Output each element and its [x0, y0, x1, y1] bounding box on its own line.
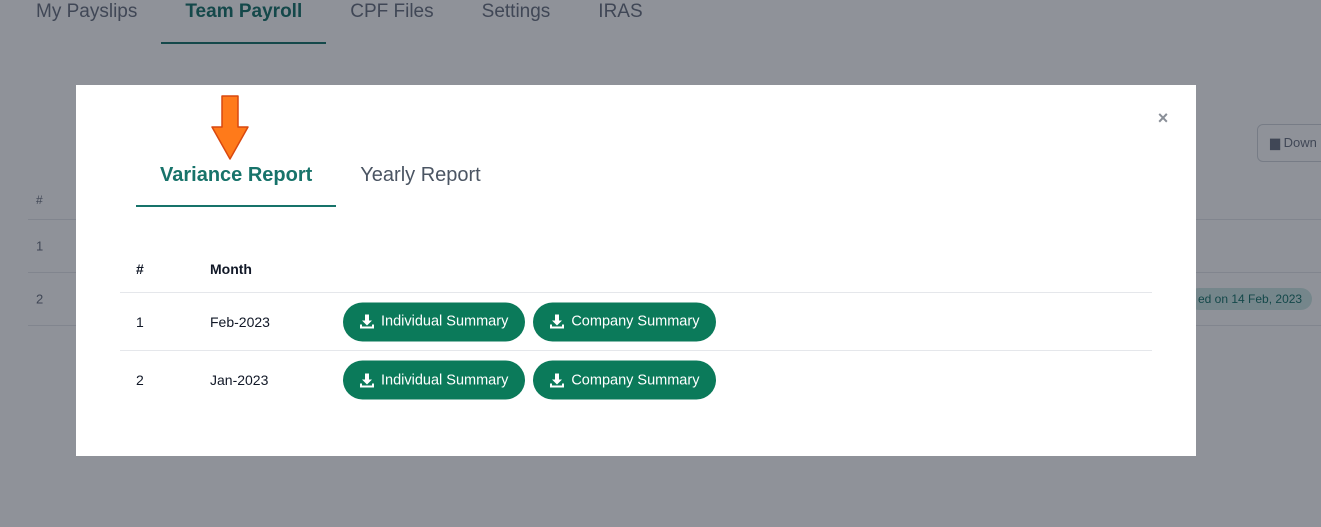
header-num: #	[136, 260, 144, 277]
row-actions: Individual Summary Company Summary	[343, 360, 717, 400]
row-month: Feb-2023	[210, 313, 270, 330]
row-num: 2	[136, 372, 144, 388]
download-icon	[550, 314, 565, 329]
header-month: Month	[210, 260, 252, 277]
individual-summary-label: Individual Summary	[381, 372, 509, 388]
company-summary-label: Company Summary	[571, 313, 700, 330]
table-row: 1 Feb-2023 Individual Summary Company Su…	[120, 293, 1152, 351]
row-month: Jan-2023	[210, 372, 269, 388]
download-icon	[550, 373, 565, 387]
table-row: 2 Jan-2023 Individual Summary Company Su…	[120, 351, 1152, 409]
download-icon	[360, 373, 374, 387]
variance-report-table: # Month 1 Feb-2023 Individual Summary Co…	[120, 245, 1152, 409]
company-summary-button[interactable]: Company Summary	[533, 360, 717, 400]
company-summary-label: Company Summary	[571, 372, 700, 388]
table-header: # Month	[120, 245, 1152, 293]
report-modal: × Variance Report Yearly Report # Month …	[76, 85, 1196, 456]
download-icon	[360, 314, 374, 329]
row-num: 1	[136, 313, 144, 330]
individual-summary-label: Individual Summary	[381, 313, 509, 330]
report-tabs: Variance Report Yearly Report	[136, 155, 505, 207]
tab-variance-report[interactable]: Variance Report	[136, 155, 337, 207]
row-actions: Individual Summary Company Summary	[343, 302, 717, 341]
company-summary-button[interactable]: Company Summary	[533, 302, 717, 341]
arrow-down-icon	[211, 95, 249, 160]
individual-summary-button[interactable]: Individual Summary	[343, 302, 526, 341]
individual-summary-button[interactable]: Individual Summary	[343, 360, 526, 400]
close-icon[interactable]: ×	[1154, 109, 1172, 127]
tab-yearly-report[interactable]: Yearly Report	[336, 155, 504, 207]
